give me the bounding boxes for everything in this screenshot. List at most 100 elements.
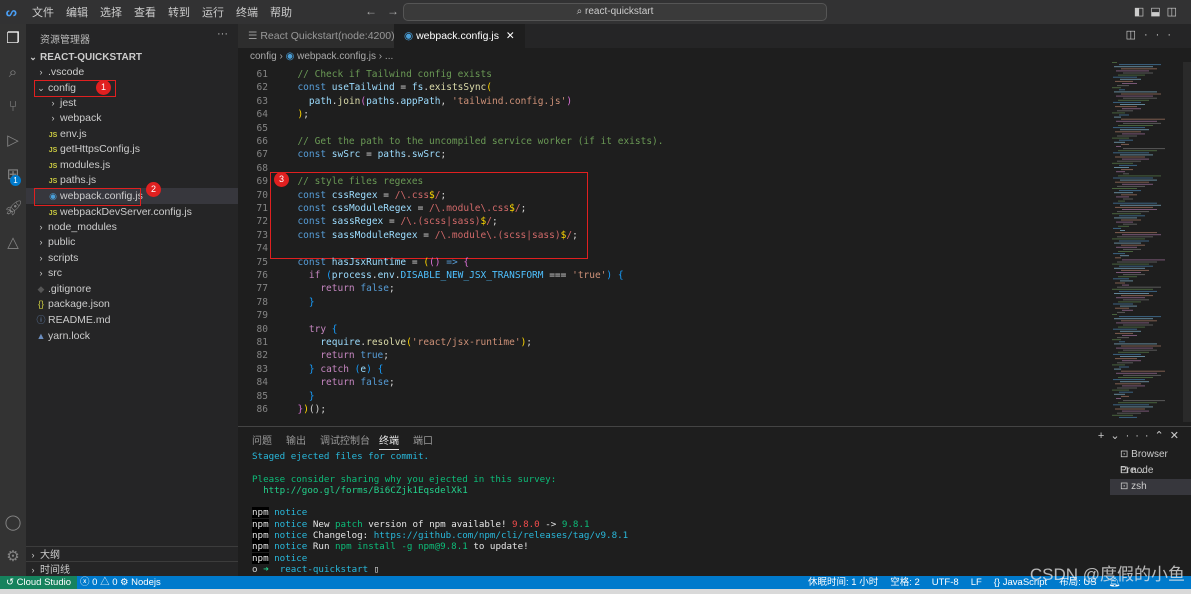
tree-item-webpackdevserver-config-js[interactable]: JS webpackDevServer.config.js	[26, 204, 238, 220]
tree-item-jest[interactable]: › jest	[26, 95, 238, 111]
status-item[interactable]: 空格: 2	[890, 576, 920, 589]
menu-item[interactable]: 文件	[26, 4, 60, 20]
minimap-line	[1113, 328, 1137, 330]
close-tab-icon[interactable]: ✕	[506, 30, 515, 42]
rocket-icon[interactable]: 🚀︎	[4, 200, 23, 218]
tree-item-src[interactable]: › src	[26, 265, 238, 281]
more-actions-icon[interactable]: ···	[217, 28, 228, 40]
menu-item[interactable]: 终端	[230, 4, 264, 20]
outline-section[interactable]: › 大纲	[26, 546, 238, 562]
account-icon[interactable]: ◯	[4, 514, 22, 532]
minimap-line	[1123, 299, 1149, 301]
tree-item-readme-md[interactable]: ⓘ README.md	[26, 312, 238, 328]
layout-controls[interactable]: ◧⬓◫	[1134, 5, 1183, 18]
minimap-line	[1113, 101, 1141, 103]
minimap-line	[1121, 194, 1137, 196]
settings-gear-icon[interactable]: ⚙	[4, 548, 22, 566]
tree-item-label: jest	[60, 97, 77, 109]
menu-item[interactable]: 转到	[162, 4, 196, 20]
line-number: 66	[256, 136, 268, 147]
code-line: 76 if (process.env.DISABLE_NEW_JSX_TRANS…	[238, 269, 624, 282]
tree-item-yarn-lock[interactable]: ▲ yarn.lock	[26, 328, 238, 344]
menu-item[interactable]: 查看	[128, 4, 162, 20]
explorer-icon[interactable]: ❐	[4, 30, 22, 48]
tree-item-public[interactable]: › public	[26, 234, 238, 250]
minimap-line	[1115, 332, 1133, 334]
minimap-line	[1121, 320, 1157, 322]
panel-tab[interactable]: 终端	[379, 432, 399, 450]
menu-item[interactable]: 选择	[94, 4, 128, 20]
minimap-line	[1116, 221, 1133, 223]
menu-item[interactable]: 帮助	[264, 4, 298, 20]
status-item[interactable]: 休眠时间: 1 小时	[808, 576, 878, 589]
minimap-line	[1123, 198, 1133, 200]
panel-actions[interactable]: +⌄···⌃✕	[1098, 429, 1185, 442]
tree-item-modules-js[interactable]: JS modules.js	[26, 157, 238, 173]
minimap-line	[1122, 108, 1141, 110]
minimap-line	[1112, 414, 1133, 416]
editor-scrollbar[interactable]	[1183, 62, 1191, 422]
source-control-icon[interactable]: ⑂	[4, 98, 22, 116]
code-token: swSrc	[331, 149, 361, 161]
terminal-tab-0[interactable]: ⊡ Browser Pre...	[1110, 447, 1191, 476]
tab-webpack-config[interactable]: ◉ webpack.config.js ✕	[394, 24, 525, 48]
breadcrumb-symbol[interactable]: ...	[385, 51, 393, 62]
line-number: 67	[256, 149, 268, 161]
breadcrumb-file[interactable]: webpack.config.js	[297, 51, 376, 62]
code-line: 63 path.join(paths.appPath, 'tailwind.co…	[238, 95, 573, 108]
runtime-indicator[interactable]: ⚙ Nodejs	[120, 576, 161, 589]
tree-item--vscode[interactable]: › .vscode	[26, 64, 238, 80]
minimap-line	[1112, 339, 1121, 341]
run-debug-icon[interactable]: ▷	[4, 132, 22, 150]
minimap[interactable]	[1110, 62, 1180, 422]
problems-indicator[interactable]: ⓧ 0 △ 0	[80, 576, 118, 589]
triangle-icon[interactable]: △	[4, 234, 22, 252]
command-search[interactable]: ⌕ react-quickstart	[403, 3, 827, 21]
breadcrumb-folder[interactable]: config	[250, 51, 277, 62]
terminal-output[interactable]: Staged ejected files for commit. Please …	[252, 451, 628, 575]
minimap-line	[1119, 391, 1133, 393]
split-editor-icon[interactable]: ◫···	[1126, 28, 1179, 41]
code-token: return	[320, 283, 361, 295]
minimap-line	[1117, 387, 1137, 389]
minimap-line	[1119, 89, 1125, 91]
timeline-section[interactable]: › 时间线	[26, 561, 238, 577]
tree-item-node-modules[interactable]: › node_modules	[26, 219, 238, 235]
code-editor[interactable]: 61 // Check if Tailwind config exists 62 …	[238, 68, 1108, 423]
remote-indicator[interactable]: ↺ Cloud Studio	[0, 576, 78, 589]
code-token: const	[297, 189, 332, 201]
tree-item-scripts[interactable]: › scripts	[26, 250, 238, 266]
tree-item-env-js[interactable]: JS env.js	[26, 126, 238, 142]
menu-item[interactable]: 编辑	[60, 4, 94, 20]
panel-tab[interactable]: 调试控制台	[320, 432, 370, 447]
tree-item-webpack[interactable]: › webpack	[26, 110, 238, 126]
minimap-line	[1119, 341, 1125, 343]
terminal-tab-1[interactable]: ⊡ node	[1110, 463, 1191, 479]
minimap-line	[1123, 97, 1157, 99]
tab-react-quickstart[interactable]: ☰ React Quickstart(node:4200)	[238, 24, 405, 48]
tree-item--gitignore[interactable]: ◆ .gitignore	[26, 281, 238, 297]
minimap-line	[1114, 167, 1129, 168]
terminal-tab-2[interactable]: ⊡ zsh	[1110, 479, 1191, 495]
code-token: const	[297, 216, 332, 228]
line-number: 74	[256, 243, 268, 255]
panel-tab[interactable]: 问题	[252, 432, 272, 447]
workspace-root[interactable]: ⌄ REACT-QUICKSTART	[26, 49, 238, 65]
terminal-line: o ➜ react-quickstart ▯	[252, 564, 628, 575]
chevron-right-icon: ›	[51, 113, 55, 123]
tree-item-package-json[interactable]: {} package.json	[26, 296, 238, 312]
minimap-line	[1123, 72, 1153, 74]
status-item[interactable]: UTF-8	[932, 576, 959, 589]
activity-bar: ❐ ⌕ ⑂ ▷ ⊞1 🚀︎ △ ◯ ⚙	[0, 24, 26, 576]
search-icon[interactable]: ⌕	[4, 64, 22, 82]
panel-tab[interactable]: 输出	[286, 432, 306, 447]
tree-item-paths-js[interactable]: JS paths.js	[26, 172, 238, 188]
extensions-icon[interactable]: ⊞1	[4, 166, 22, 186]
panel-tab[interactable]: 端口	[413, 432, 433, 447]
menu-item[interactable]: 运行	[196, 4, 230, 20]
code-token: cssModuleRegex	[331, 203, 412, 214]
status-item[interactable]: LF	[971, 576, 982, 589]
tree-item-gethttpsconfig-js[interactable]: JS getHttpsConfig.js	[26, 141, 238, 157]
code-token: hasJsxRuntime	[331, 256, 407, 268]
